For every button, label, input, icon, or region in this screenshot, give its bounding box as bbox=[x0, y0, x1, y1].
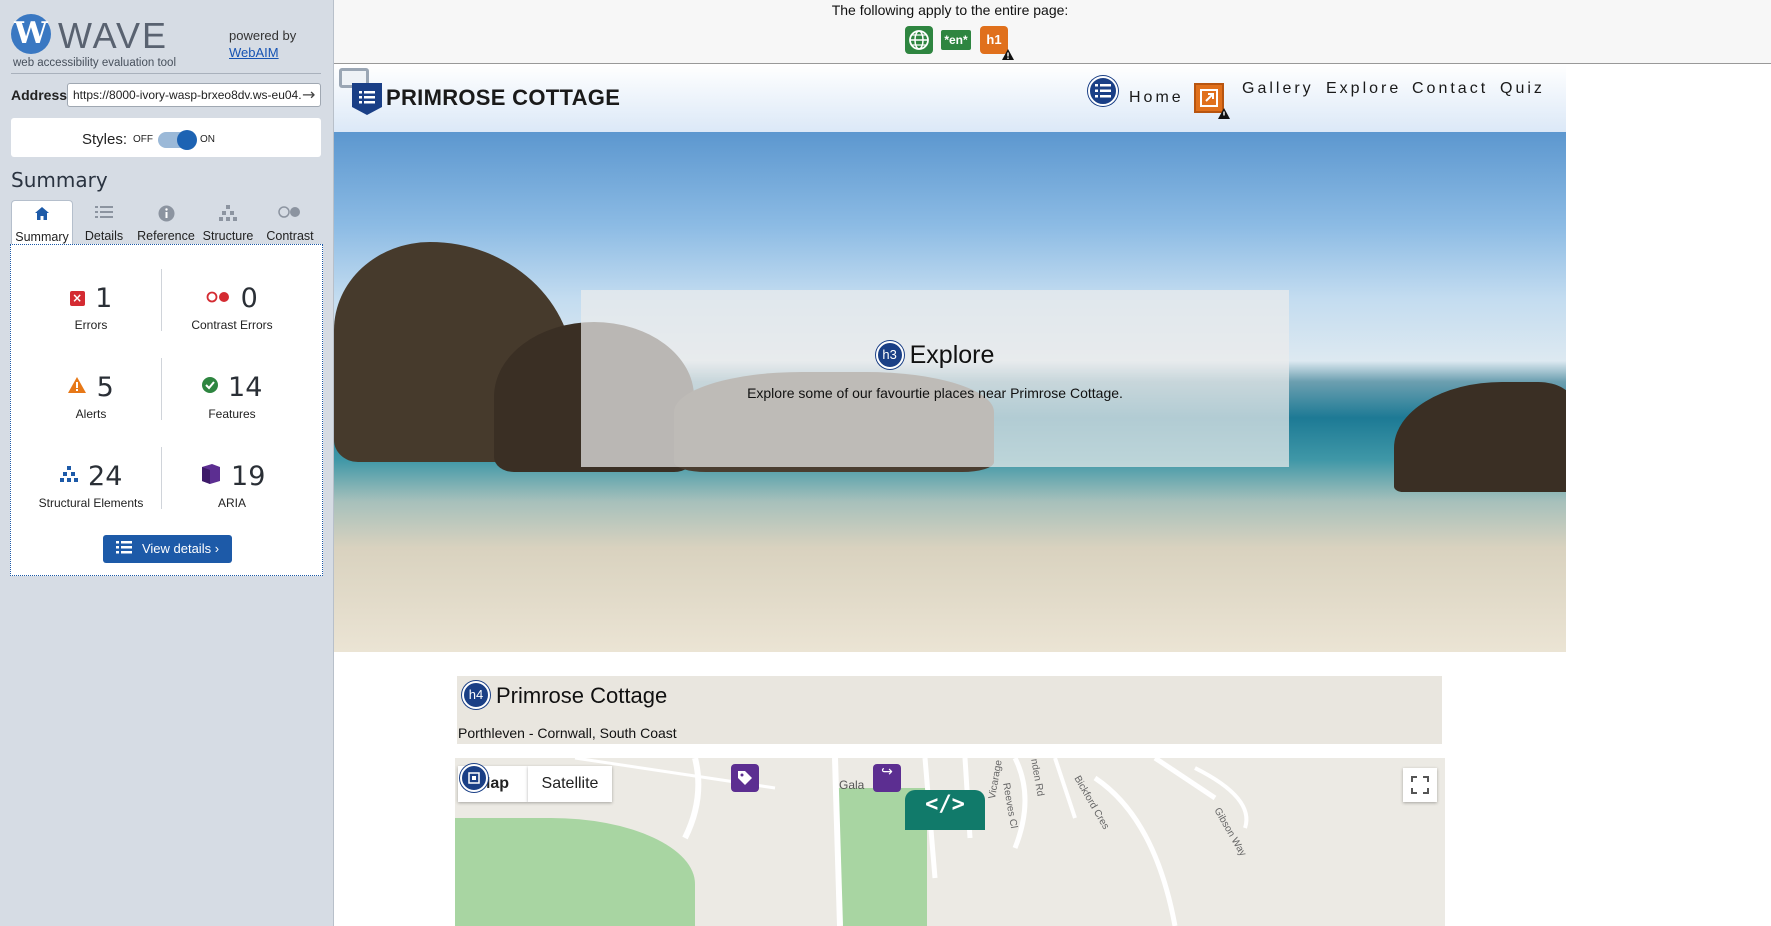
tab-reference-label: Reference bbox=[137, 229, 195, 243]
view-details-button[interactable]: View details › bbox=[103, 535, 232, 563]
wave-sidebar: W WAVE web accessibility evaluation tool… bbox=[0, 0, 334, 926]
wave-tagline: web accessibility evaluation tool bbox=[13, 57, 177, 69]
error-icon: × bbox=[69, 291, 85, 306]
errors-stat[interactable]: × 1 Errors bbox=[21, 283, 161, 332]
home-icon bbox=[12, 201, 72, 223]
features-label: Features bbox=[208, 407, 256, 421]
evaluated-page: The following apply to the entire page: … bbox=[334, 0, 1771, 926]
nav-home[interactable]: Home bbox=[1129, 89, 1184, 107]
structure-icon bbox=[197, 200, 259, 222]
contrast-icon bbox=[259, 200, 321, 222]
hero-title: h3 Explore bbox=[581, 340, 1289, 370]
aria-cube-icon bbox=[199, 464, 221, 489]
structural-count: 24 bbox=[88, 461, 123, 492]
card-subtitle: Porthleven - Cornwall, South Coast bbox=[458, 725, 677, 741]
contrast-count: 0 bbox=[240, 283, 258, 314]
webaim-link[interactable]: WebAIM bbox=[229, 44, 296, 61]
rock-right bbox=[1394, 382, 1566, 492]
contrast-label: Contrast Errors bbox=[191, 318, 273, 332]
nav-explore[interactable]: Explore bbox=[1326, 80, 1401, 98]
structure-icon bbox=[59, 466, 78, 487]
errors-count: 1 bbox=[95, 283, 113, 314]
address-label: Address: bbox=[11, 87, 72, 103]
nav-contact[interactable]: Contact bbox=[1412, 80, 1488, 98]
alert-icon bbox=[68, 377, 87, 398]
alerts-label: Alerts bbox=[75, 407, 107, 421]
tab-contrast-label: Contrast bbox=[266, 229, 314, 243]
tab-structure[interactable]: Structure bbox=[197, 200, 259, 244]
summary-panel: × 1 Errors 0 Contrast Errors 5 Alerts 14… bbox=[10, 244, 323, 576]
page-level-icons-bar: The following apply to the entire page: … bbox=[334, 0, 1771, 64]
styles-on-label: ON bbox=[200, 134, 215, 145]
tab-structure-label: Structure bbox=[202, 229, 254, 243]
site-header: PRIMROSE COTTAGE Home Gallery Explore Co… bbox=[334, 65, 1566, 133]
hero-text-box: h3 Explore Explore some of our favourtie … bbox=[581, 290, 1289, 467]
styles-toggle-panel: Styles: OFF ON bbox=[11, 118, 321, 157]
errors-label: Errors bbox=[74, 318, 108, 332]
tab-details-label: Details bbox=[84, 229, 124, 243]
wave-logo: W WAVE web accessibility evaluation tool… bbox=[11, 12, 321, 72]
wave-tabs: Summary Details Reference Structure Cont… bbox=[11, 200, 321, 244]
structural-stat[interactable]: 24 Structural Elements bbox=[21, 461, 161, 510]
alerts-count: 5 bbox=[96, 372, 114, 403]
navigation-icon[interactable] bbox=[352, 83, 382, 115]
map-label-gala: Gala bbox=[839, 778, 865, 792]
powered-by-text: powered by bbox=[229, 28, 297, 43]
styles-off-label: OFF bbox=[133, 134, 153, 145]
apply-text: The following apply to the entire page: bbox=[831, 2, 1069, 18]
h1-badge-label: h1 bbox=[986, 32, 1002, 47]
aria-stat[interactable]: 19 ARIA bbox=[162, 461, 302, 510]
card-title: Primrose Cottage bbox=[496, 683, 668, 708]
list-icon bbox=[73, 200, 135, 222]
code-icon[interactable]: </> bbox=[905, 790, 985, 830]
view-details-label: View details › bbox=[141, 541, 220, 556]
wave-logo-wordmark: WAVE bbox=[58, 15, 169, 56]
site-brand[interactable]: PRIMROSE COTTAGE bbox=[386, 85, 620, 111]
tab-contrast[interactable]: Contrast bbox=[259, 200, 321, 244]
contrast-error-icon bbox=[206, 290, 230, 308]
info-icon bbox=[135, 200, 197, 222]
fullscreen-icon[interactable] bbox=[1403, 768, 1437, 802]
summary-heading: Summary bbox=[11, 168, 108, 192]
divider bbox=[11, 73, 321, 74]
h4-badge[interactable]: h4 bbox=[462, 681, 490, 709]
features-stat[interactable]: 14 Features bbox=[162, 372, 302, 421]
go-arrow-icon[interactable]: → bbox=[302, 85, 315, 104]
tab-summary-label: Summary bbox=[15, 230, 69, 244]
feature-check-icon bbox=[201, 377, 218, 398]
hero-beach-image: h3 Explore Explore some of our favourtie … bbox=[334, 132, 1566, 652]
h3-badge[interactable]: h3 bbox=[875, 341, 904, 370]
h1-alert-badge[interactable]: h1 bbox=[980, 26, 1014, 60]
alerts-stat[interactable]: 5 Alerts bbox=[21, 372, 161, 421]
features-count: 14 bbox=[228, 372, 263, 403]
region-icon[interactable] bbox=[460, 764, 488, 792]
hero-subtitle: Explore some of our favourtie places nea… bbox=[747, 385, 1123, 401]
aria-label: ARIA bbox=[217, 496, 246, 510]
powered-by: powered by WebAIM bbox=[229, 27, 296, 61]
tab-reference[interactable]: Reference bbox=[135, 200, 197, 244]
redirect-alert-icon[interactable] bbox=[1194, 83, 1230, 119]
tab-summary[interactable]: Summary bbox=[11, 200, 73, 244]
structural-label: Structural Elements bbox=[38, 496, 144, 510]
toggle-knob bbox=[177, 130, 197, 150]
contrast-stat[interactable]: 0 Contrast Errors bbox=[162, 283, 302, 332]
nav-gallery[interactable]: Gallery bbox=[1242, 80, 1314, 98]
google-map[interactable]: Gala Reeves Cl Vicarage Rd Bickford Cres… bbox=[455, 758, 1445, 926]
language-en-badge[interactable]: *en* bbox=[941, 30, 971, 50]
aria-tabindex-icon[interactable]: ↪ bbox=[873, 764, 901, 792]
nav-quiz[interactable]: Quiz bbox=[1500, 80, 1545, 98]
aria-count: 19 bbox=[231, 461, 266, 492]
hero-title-text: Explore bbox=[909, 340, 995, 369]
aria-label-tag-icon[interactable] bbox=[731, 764, 759, 792]
address-input[interactable]: https://8000-ivory-wasp-brxeo8dv.ws-eu04… bbox=[67, 83, 321, 107]
map-type-satellite-button[interactable]: Satellite bbox=[528, 766, 612, 802]
tab-details[interactable]: Details bbox=[73, 200, 135, 244]
list-icon[interactable] bbox=[1088, 76, 1118, 106]
styles-label: Styles: bbox=[82, 131, 128, 148]
language-globe-icon[interactable] bbox=[905, 26, 933, 54]
styles-toggle[interactable] bbox=[158, 130, 197, 150]
location-card: h4 Primrose Cottage Porthleven - Cornwal… bbox=[457, 676, 1442, 744]
list-icon bbox=[115, 536, 132, 564]
wave-logo-icon: W bbox=[11, 14, 51, 54]
